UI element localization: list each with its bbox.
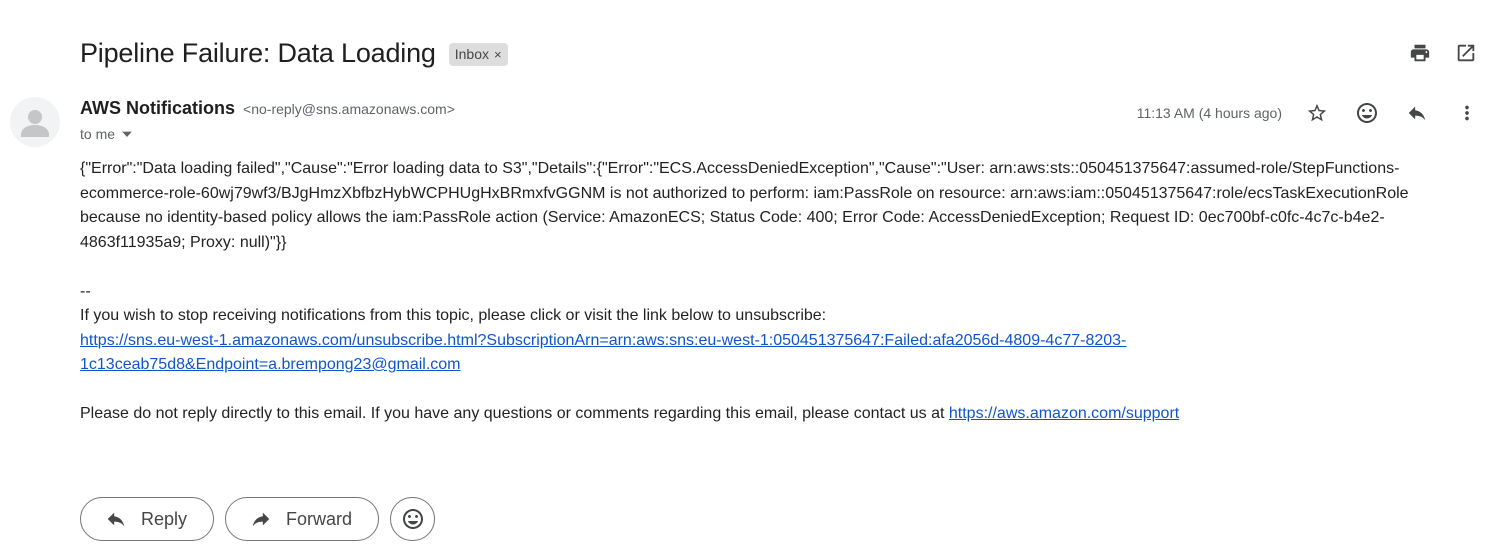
reply-icon[interactable] (1404, 100, 1430, 126)
forward-label: Forward (286, 508, 353, 529)
email-subject: Pipeline Failure: Data Loading (80, 38, 436, 68)
remove-label-button[interactable]: × (494, 47, 502, 62)
footer-paragraph: Please do not reply directly to this ema… (80, 402, 1465, 427)
recipient-label: to me (80, 126, 116, 142)
emoji-icon (402, 509, 423, 529)
inbox-label-chip[interactable]: Inbox × (448, 43, 508, 66)
sender-row: AWS Notifications <no-reply@sns.amazonaw… (80, 98, 455, 119)
emoji-reaction-button[interactable] (390, 497, 436, 541)
star-icon[interactable] (1304, 100, 1330, 126)
footer-text: Please do not reply directly to this ema… (80, 405, 949, 422)
reply-label: Reply (141, 508, 188, 529)
sender-avatar[interactable] (10, 97, 60, 147)
unsubscribe-link[interactable]: https://sns.eu-west-1.amazonaws.com/unsu… (80, 332, 1126, 374)
forward-button[interactable]: Forward (225, 497, 380, 541)
error-payload-text: {"Error":"Data loading failed","Cause":"… (80, 160, 1409, 251)
print-icon[interactable] (1407, 40, 1433, 66)
more-vertical-icon[interactable] (1454, 100, 1480, 126)
sender-name[interactable]: AWS Notifications (80, 98, 235, 118)
message-meta: 11:13 AM (4 hours ago) (1137, 100, 1480, 126)
thread-actions (1407, 40, 1479, 66)
support-link[interactable]: https://aws.amazon.com/support (949, 405, 1179, 422)
recipient-details-toggle[interactable]: to me (80, 126, 133, 142)
unsubscribe-text: If you wish to stop receiving notificati… (80, 307, 827, 324)
message-body: {"Error":"Data loading failed","Cause":"… (80, 157, 1465, 427)
reply-actions: Reply Forward (80, 497, 436, 541)
message-timestamp: 11:13 AM (4 hours ago) (1136, 105, 1282, 121)
forward-icon (252, 512, 270, 527)
emoji-icon[interactable] (1354, 100, 1380, 126)
subject-row: Pipeline Failure: Data Loading Inbox × (80, 38, 508, 69)
chevron-down-icon (122, 131, 132, 137)
signature-separator: -- (80, 282, 91, 300)
inbox-label: Inbox (454, 46, 489, 62)
open-in-new-window-icon[interactable] (1453, 40, 1479, 66)
sender-email: <no-reply@sns.amazonaws.com> (243, 101, 455, 117)
reply-button[interactable]: Reply (80, 497, 215, 541)
reply-icon (107, 512, 125, 527)
